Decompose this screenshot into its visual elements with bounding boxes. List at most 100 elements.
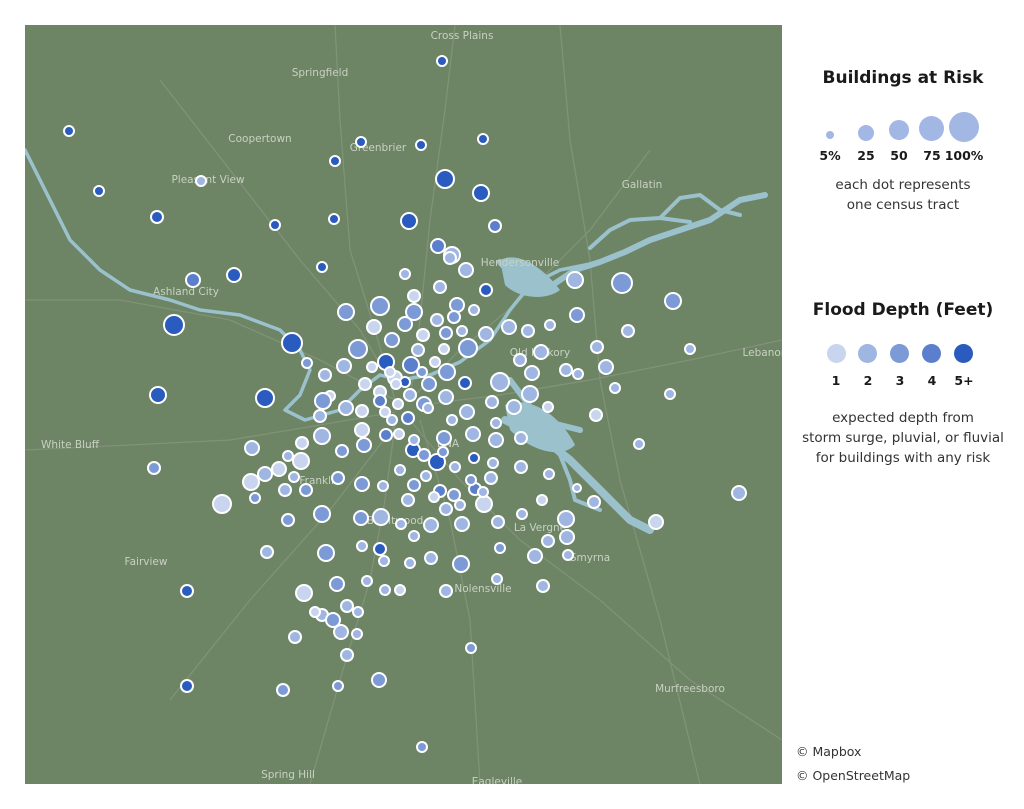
- census-tract-dot: [428, 491, 440, 503]
- census-tract-dot: [429, 356, 441, 368]
- census-tract-dot: [447, 310, 461, 324]
- place-label: Pleasant View: [171, 174, 244, 186]
- census-tract-dot: [352, 606, 364, 618]
- census-tract-dot: [147, 461, 161, 475]
- openstreetmap-credit[interactable]: © OpenStreetMap: [796, 768, 910, 783]
- census-tract-dot: [488, 432, 504, 448]
- place-label: Murfreesboro: [655, 683, 725, 695]
- census-tract-dot: [452, 555, 470, 573]
- census-tract-dot: [281, 332, 303, 354]
- census-tract-dot: [278, 483, 292, 497]
- census-tract-dot: [255, 388, 275, 408]
- census-tract-dot: [411, 343, 425, 357]
- census-tract-dot: [244, 440, 260, 456]
- census-tract-dot: [356, 540, 368, 552]
- census-tract-dot: [333, 624, 349, 640]
- size-dot-5: [826, 131, 834, 139]
- census-tract-dot: [401, 493, 415, 507]
- size-dot-100: [949, 112, 979, 142]
- depth-note-line: storm surge, pluvial, or fluvial: [802, 430, 1004, 446]
- census-tract-dot: [336, 358, 352, 374]
- census-tract-dot: [494, 542, 506, 554]
- census-tract-dot: [447, 488, 461, 502]
- census-tract-dot: [541, 534, 555, 548]
- place-label: Nolensville: [454, 583, 511, 595]
- census-tract-dot: [417, 448, 431, 462]
- census-tract-dot: [332, 680, 344, 692]
- census-tract-dot: [524, 365, 540, 381]
- census-tract-dot: [439, 584, 453, 598]
- census-tract-dot: [621, 324, 635, 338]
- size-dot-25: [858, 125, 874, 141]
- census-tract-dot: [282, 450, 294, 462]
- census-tract-dot: [355, 136, 367, 148]
- census-tract-dot: [226, 267, 242, 283]
- census-tract-dot: [527, 548, 543, 564]
- census-tract-dot: [384, 366, 396, 378]
- census-tract-dot: [395, 518, 407, 530]
- census-tract-dot: [423, 517, 439, 533]
- census-tract-dot: [446, 414, 458, 426]
- census-tract-dot: [314, 392, 332, 410]
- census-tract-dot: [356, 437, 372, 453]
- census-tract-dot: [424, 551, 438, 565]
- census-tract-dot: [338, 400, 354, 416]
- census-tract-dot: [295, 436, 309, 450]
- size-legend-title: Buildings at Risk: [822, 68, 984, 88]
- census-tract-dot: [260, 545, 274, 559]
- census-tract-dot: [195, 175, 207, 187]
- place-label: Smyrna: [570, 552, 610, 564]
- census-tract-dot: [420, 470, 432, 482]
- depth-label-5plus: 5+: [954, 373, 974, 388]
- size-label-5: 5%: [819, 148, 841, 163]
- census-tract-dot: [478, 326, 494, 342]
- census-tract-dot: [408, 530, 420, 542]
- census-tract-dot: [544, 319, 556, 331]
- census-tract-dot: [443, 251, 457, 265]
- census-tract-dot: [212, 494, 232, 514]
- census-tract-dot: [361, 575, 373, 587]
- place-label: Coopertown: [228, 133, 291, 145]
- census-tract-dot: [557, 510, 575, 528]
- census-tract-dot: [394, 584, 406, 596]
- census-tract-dot: [249, 492, 261, 504]
- census-tract-dot: [377, 480, 389, 492]
- census-tract-dot: [465, 474, 477, 486]
- depth-note-line: expected depth from: [832, 410, 974, 426]
- census-tract-dot: [416, 741, 428, 753]
- mapbox-credit[interactable]: © Mapbox: [796, 744, 861, 759]
- census-tract-dot: [316, 261, 328, 273]
- depth-dot-3: [890, 344, 909, 363]
- census-tract-dot: [543, 468, 555, 480]
- place-label: Lebanon: [743, 347, 782, 359]
- census-tract-dot: [379, 584, 391, 596]
- size-note-line: one census tract: [846, 197, 960, 213]
- depth-dot-2: [858, 344, 877, 363]
- census-tract-dot: [340, 648, 354, 662]
- census-tract-dot: [611, 272, 633, 294]
- census-tract-dot: [609, 382, 621, 394]
- census-tract-dot: [379, 428, 393, 442]
- census-tract-dot: [684, 343, 696, 355]
- census-tract-dot: [288, 471, 300, 483]
- place-label: Ashland City: [153, 286, 219, 298]
- place-label: Gallatin: [622, 179, 663, 191]
- census-tract-dot: [149, 386, 167, 404]
- census-tract-dot: [439, 502, 453, 516]
- census-tract-dot: [465, 426, 481, 442]
- census-tract-dot: [354, 422, 370, 438]
- census-tract-dot: [292, 452, 310, 470]
- census-tract-dot: [648, 514, 664, 530]
- census-tract-dot: [403, 388, 417, 402]
- census-tract-dot: [589, 408, 603, 422]
- census-tract-dot: [317, 544, 335, 562]
- census-tract-dot: [242, 473, 260, 491]
- census-tract-dot: [633, 438, 645, 450]
- census-tract-dot: [390, 378, 402, 390]
- census-tract-dot: [358, 377, 372, 391]
- census-tract-dot: [562, 549, 574, 561]
- census-tract-dot: [407, 289, 421, 303]
- flood-risk-map: Cross PlainsSpringfieldCoopertownGreenbr…: [25, 25, 782, 784]
- census-tract-dot: [490, 372, 510, 392]
- census-tract-dot: [371, 672, 387, 688]
